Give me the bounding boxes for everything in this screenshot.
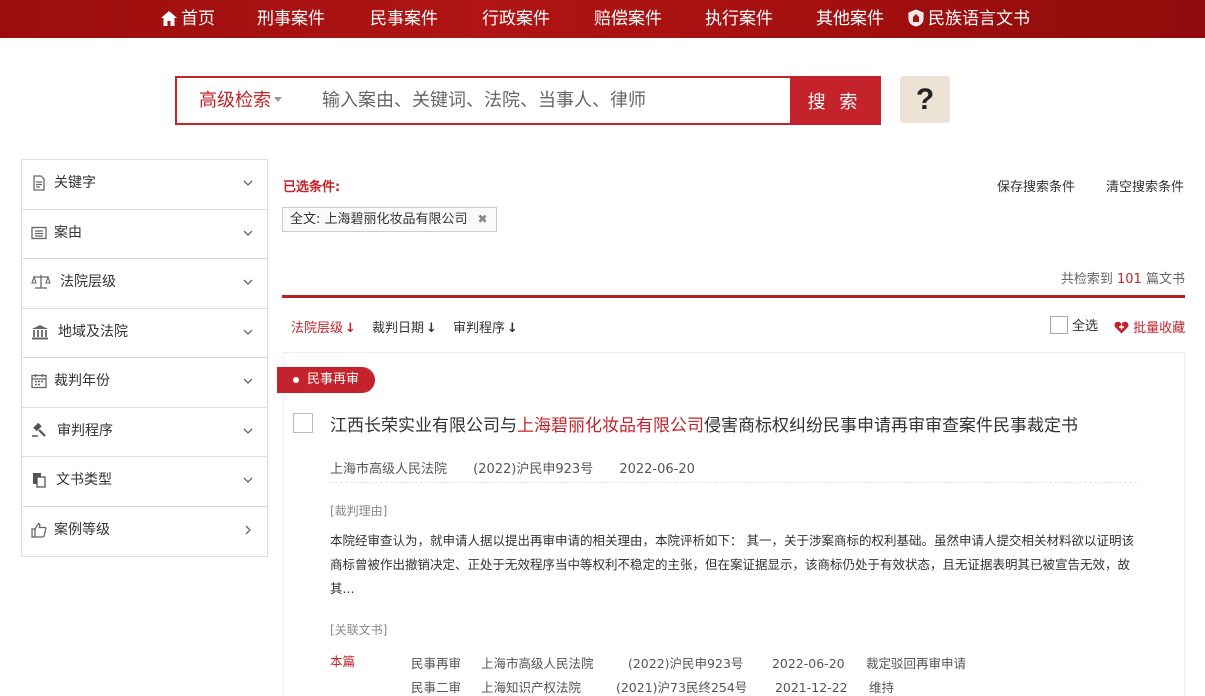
sort-court-level[interactable]: 法院层级 ↓: [291, 317, 356, 336]
save-search-conditions-link[interactable]: 保存搜索条件: [997, 176, 1075, 195]
sidebar-item-trial-procedure[interactable]: 审判程序: [22, 408, 267, 457]
home-icon: [161, 11, 177, 26]
remove-filter-icon[interactable]: ✖: [477, 208, 487, 231]
reason-label: [裁判理由]: [330, 504, 388, 518]
related-doc-row[interactable]: 民事二审 上海知识产权法院 (2021)沪73民终254号 2021-12-22…: [411, 677, 894, 696]
result-count: 共检索到 101 篇文书: [1060, 272, 1185, 287]
search-button[interactable]: 搜 索: [790, 78, 879, 123]
clear-search-conditions-link[interactable]: 清空搜索条件: [1106, 176, 1184, 195]
chevron-down-icon: [243, 378, 253, 384]
chevron-down-icon: [243, 428, 253, 434]
sidebar-item-label: 案由: [54, 224, 82, 241]
sidebar-item-keyword[interactable]: 关键字: [22, 160, 267, 210]
result-count-number: 101: [1117, 272, 1142, 287]
sidebar-item-region-court[interactable]: 地域及法院: [22, 309, 267, 358]
sort-trial-procedure[interactable]: 审判程序 ↓: [453, 317, 518, 336]
caret-down-icon: [274, 97, 282, 102]
courthouse-icon: [32, 324, 48, 339]
sidebar-item-case-level[interactable]: 案例等级: [22, 507, 267, 557]
search-box: 高级检索 搜 索: [175, 76, 881, 125]
nav-civil[interactable]: 民事案件: [370, 0, 438, 38]
sidebar-item-cause[interactable]: 案由: [22, 210, 267, 259]
case-reason-text: 本院经审查认为，就申请人据以提出再审申请的相关理由，本院评析如下： 其一，关于涉…: [330, 533, 1134, 596]
scale-icon: [31, 275, 51, 289]
sidebar-item-label: 案例等级: [54, 521, 110, 538]
nav-compensation[interactable]: 赔偿案件: [594, 0, 662, 38]
result-checkbox[interactable]: [293, 413, 313, 433]
sidebar-item-label: 裁判年份: [54, 373, 110, 389]
nav-administrative[interactable]: 行政案件: [482, 0, 550, 38]
case-date: 2022-06-20: [619, 462, 695, 477]
case-meta: 上海市高级人民法院 (2022)沪民申923号 2022-06-20: [330, 458, 717, 477]
case-title-link[interactable]: 江西长荣实业有限公司与上海碧丽化妆品有限公司侵害商标权纠纷民事申请再审审查案件民…: [330, 411, 1078, 436]
select-all-checkbox[interactable]: [1050, 316, 1068, 334]
filter-chip-fulltext: 全文: 上海碧丽化妆品有限公司 ✖: [282, 207, 497, 232]
help-button[interactable]: ?: [900, 76, 950, 123]
sidebar-item-label: 审判程序: [57, 422, 113, 439]
arrow-down-icon: ↓: [426, 321, 437, 336]
related-doc-row[interactable]: 民事再审 上海市高级人民法院 (2022)沪民申923号 2022-06-20 …: [411, 653, 966, 672]
batch-favorite-button[interactable]: 批量收藏: [1114, 317, 1185, 336]
nav-enforcement[interactable]: 执行案件: [705, 0, 773, 38]
files-icon: [33, 473, 46, 488]
divider: [282, 295, 1185, 298]
sidebar-item-label: 关键字: [54, 175, 96, 191]
sidebar-item-label: 法院层级: [60, 274, 116, 290]
sidebar-item-label: 地域及法院: [58, 323, 128, 340]
filter-sidebar: 关键字 案由 法院层级 地域及法院 裁判年份 审判程序 文书类型 案例等级: [21, 159, 268, 557]
chevron-down-icon: [243, 279, 253, 285]
arrow-down-icon: ↓: [345, 321, 356, 336]
nav-criminal[interactable]: 刑事案件: [257, 0, 325, 38]
select-all[interactable]: 全选: [1050, 315, 1098, 334]
nav-ethnic-language[interactable]: 民族语言文书: [907, 0, 1030, 38]
highlighted-keyword: 上海碧丽化妆品有限公司: [517, 416, 704, 436]
sidebar-item-court-level[interactable]: 法院层级: [22, 259, 267, 309]
nav-other[interactable]: 其他案件: [816, 0, 884, 38]
chevron-down-icon: [243, 477, 253, 483]
sort-judgment-date[interactable]: 裁判日期 ↓: [372, 317, 437, 336]
arrow-down-icon: ↓: [507, 321, 518, 336]
divider: [330, 482, 1137, 483]
filter-chip-label: 全文: 上海碧丽化妆品有限公司: [290, 212, 468, 227]
sidebar-item-judgment-year[interactable]: 裁判年份: [22, 358, 267, 408]
case-type-tag: 民事再审: [277, 367, 375, 393]
chevron-down-icon: [243, 329, 253, 335]
top-navigation: 首页 刑事案件 民事案件 行政案件 赔偿案件 执行案件 其他案件 民族语言文书: [0, 0, 1205, 38]
heart-plus-icon: [1114, 321, 1129, 334]
advanced-search-dropdown[interactable]: 高级检索: [199, 78, 282, 123]
chevron-down-icon: [243, 180, 253, 186]
search-input[interactable]: [322, 78, 782, 123]
chevron-right-icon: [245, 525, 251, 534]
thumbs-up-icon: [31, 522, 47, 538]
sidebar-item-document-type[interactable]: 文书类型: [22, 457, 267, 507]
document-icon: [33, 175, 45, 191]
case-number: (2022)沪民申923号: [473, 462, 594, 477]
case-court: 上海市高级人民法院: [330, 462, 448, 477]
nav-home[interactable]: 首页: [160, 0, 215, 38]
emblem-icon: [908, 9, 924, 27]
gavel-icon: [32, 422, 46, 437]
sidebar-item-label: 文书类型: [56, 472, 112, 488]
list-icon: [31, 226, 47, 239]
calendar-icon: [31, 374, 47, 389]
chevron-down-icon: [243, 230, 253, 236]
related-docs-label: [关联文书]: [330, 623, 388, 637]
this-document-label: 本篇: [330, 654, 356, 669]
result-card: [283, 352, 1185, 696]
selected-conditions-label: 已选条件:: [283, 180, 341, 195]
